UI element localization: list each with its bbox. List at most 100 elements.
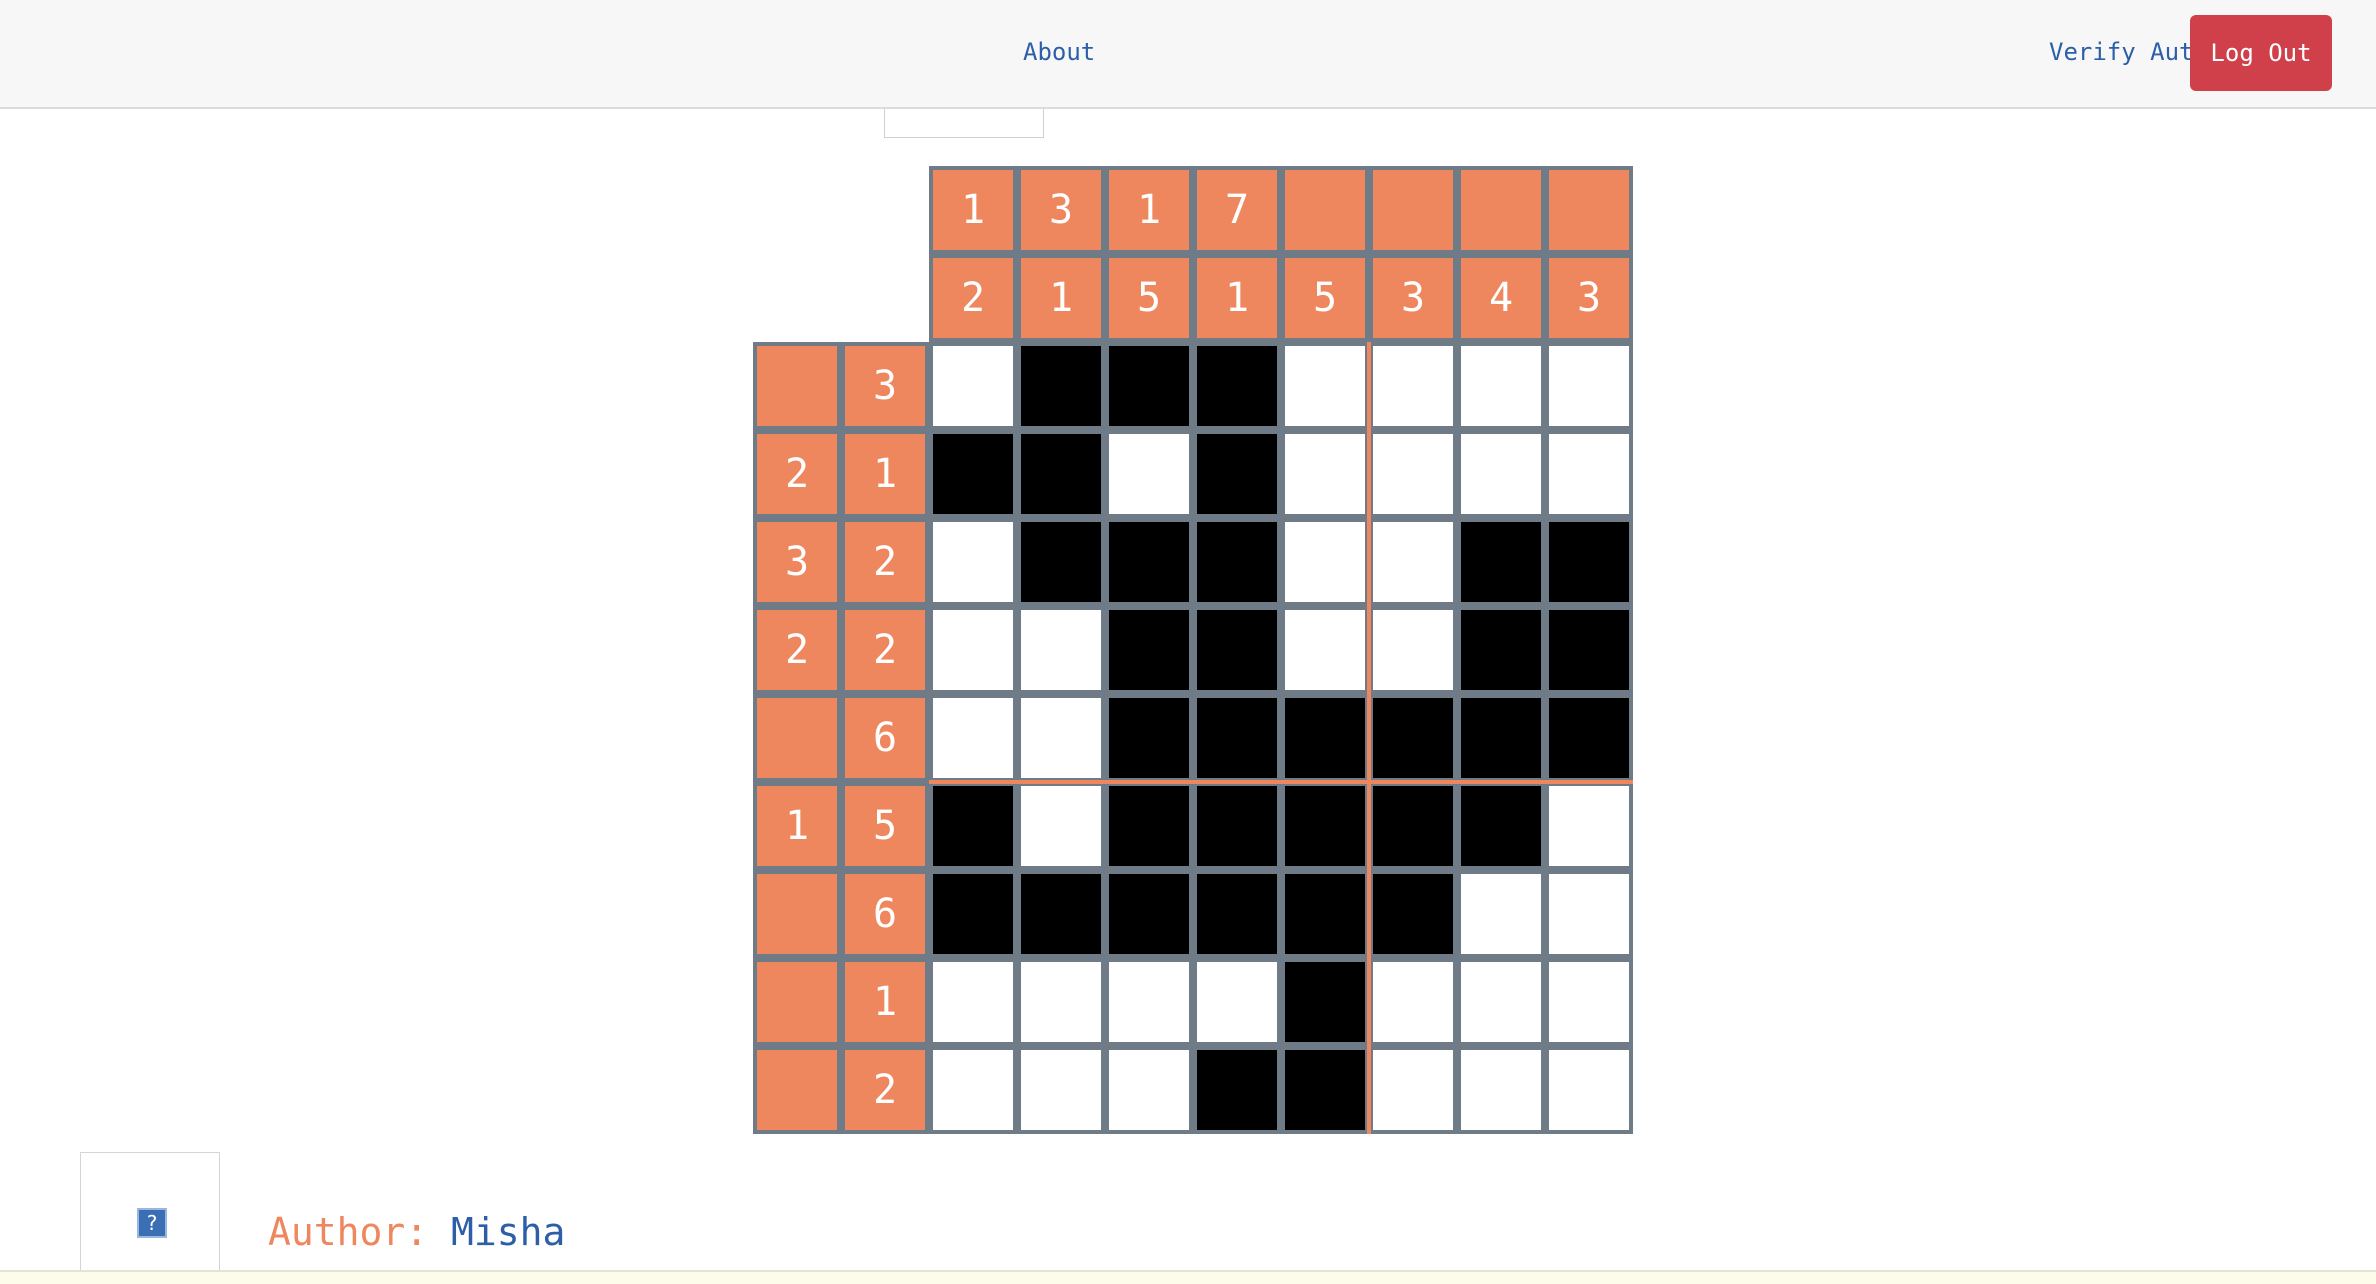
column-clue: 2 — [929, 254, 1017, 342]
nav-verify-auth-link[interactable]: Verify Auth — [2049, 38, 2208, 66]
grid-cell-filled[interactable] — [1193, 430, 1281, 518]
grid-cell-empty[interactable] — [1281, 518, 1369, 606]
question-mark-icon[interactable]: ? — [137, 1208, 167, 1238]
grid-cell-filled[interactable] — [1281, 958, 1369, 1046]
grid-cell-filled[interactable] — [1193, 518, 1281, 606]
grid-cell-filled[interactable] — [1545, 606, 1633, 694]
grid-cell-empty[interactable] — [1369, 342, 1457, 430]
grid-cell-filled[interactable] — [1545, 518, 1633, 606]
row-clue — [753, 870, 841, 958]
grid-cell-empty[interactable] — [1017, 782, 1105, 870]
column-clue — [1369, 166, 1457, 254]
grid-cell-filled[interactable] — [1105, 606, 1193, 694]
grid-cell-empty[interactable] — [1281, 342, 1369, 430]
grid-cell-filled[interactable] — [1193, 782, 1281, 870]
row-clue: 2 — [841, 606, 929, 694]
row-clue: 6 — [841, 694, 929, 782]
grid-cell-empty[interactable] — [1545, 958, 1633, 1046]
bottom-strip — [0, 1270, 2376, 1284]
grid-cell-empty[interactable] — [1457, 342, 1545, 430]
grid-cell-filled[interactable] — [1457, 606, 1545, 694]
grid-cell-empty[interactable] — [1545, 342, 1633, 430]
grid-cell-empty[interactable] — [1281, 606, 1369, 694]
grid-cell-empty[interactable] — [1017, 694, 1105, 782]
row-clue: 2 — [841, 1046, 929, 1134]
grid-cell-empty[interactable] — [1105, 430, 1193, 518]
grid-cell-empty[interactable] — [1105, 958, 1193, 1046]
help-panel: ? — [80, 1152, 220, 1284]
author-name-link[interactable]: Misha — [451, 1210, 565, 1254]
column-clue — [1281, 166, 1369, 254]
grid-cell-filled[interactable] — [1369, 782, 1457, 870]
grid-cell-filled[interactable] — [1193, 870, 1281, 958]
grid-cell-empty[interactable] — [1369, 518, 1457, 606]
column-clue: 3 — [1369, 254, 1457, 342]
grid-cell-empty[interactable] — [1017, 1046, 1105, 1134]
grid-cell-empty[interactable] — [1369, 958, 1457, 1046]
grid-cell-empty[interactable] — [929, 958, 1017, 1046]
grid-cell-filled[interactable] — [929, 782, 1017, 870]
grid-cell-empty[interactable] — [1545, 782, 1633, 870]
grid-cell-empty[interactable] — [1369, 1046, 1457, 1134]
grid-cell-filled[interactable] — [1369, 870, 1457, 958]
grid-cell-empty[interactable] — [1457, 870, 1545, 958]
logout-button[interactable]: Log Out — [2190, 15, 2332, 91]
column-clue: 5 — [1105, 254, 1193, 342]
column-clue: 1 — [1105, 166, 1193, 254]
grid-cell-filled[interactable] — [1193, 1046, 1281, 1134]
grid-cell-filled[interactable] — [929, 430, 1017, 518]
grid-cell-empty[interactable] — [929, 1046, 1017, 1134]
grid-cell-empty[interactable] — [1457, 958, 1545, 1046]
grid-cell-empty[interactable] — [1457, 1046, 1545, 1134]
grid-cell-filled[interactable] — [1105, 342, 1193, 430]
grid-cell-empty[interactable] — [1457, 430, 1545, 518]
grid-cell-empty[interactable] — [1017, 958, 1105, 1046]
grid-cell-empty[interactable] — [929, 694, 1017, 782]
grid-cell-filled[interactable] — [1105, 694, 1193, 782]
grid-cell-empty[interactable] — [929, 606, 1017, 694]
grid-cell-filled[interactable] — [1457, 782, 1545, 870]
grid-cell-filled[interactable] — [1281, 870, 1369, 958]
grid-cell-empty[interactable] — [1545, 430, 1633, 518]
grid-cell-empty[interactable] — [1105, 1046, 1193, 1134]
grid-cell-empty[interactable] — [1369, 430, 1457, 518]
grid-cell-filled[interactable] — [1369, 694, 1457, 782]
grid-cell-filled[interactable] — [1457, 694, 1545, 782]
grid-cell-filled[interactable] — [1105, 870, 1193, 958]
column-clue: 4 — [1457, 254, 1545, 342]
grid-cell-filled[interactable] — [1545, 694, 1633, 782]
author-label: Author: — [268, 1210, 429, 1254]
grid-cell-empty[interactable] — [1193, 958, 1281, 1046]
grid-cell-empty[interactable] — [1545, 870, 1633, 958]
block-separator-horizontal — [929, 780, 1633, 784]
grid-cell-filled[interactable] — [1105, 782, 1193, 870]
nav-about-link[interactable]: About — [1023, 38, 1095, 66]
grid-cell-filled[interactable] — [1281, 694, 1369, 782]
nonogram-puzzle: 1231157153433213222615612 — [753, 166, 1641, 1144]
grid-cell-filled[interactable] — [1017, 342, 1105, 430]
grid-cell-filled[interactable] — [1457, 518, 1545, 606]
column-clue: 3 — [1545, 254, 1633, 342]
grid-cell-filled[interactable] — [929, 870, 1017, 958]
grid-cell-filled[interactable] — [1193, 606, 1281, 694]
grid-cell-filled[interactable] — [1017, 518, 1105, 606]
grid-cell-empty[interactable] — [1281, 430, 1369, 518]
block-separator-vertical — [1367, 342, 1371, 1134]
grid-cell-filled[interactable] — [1017, 870, 1105, 958]
column-clue — [1545, 166, 1633, 254]
grid-cell-filled[interactable] — [1017, 430, 1105, 518]
row-clue: 2 — [753, 430, 841, 518]
grid-cell-empty[interactable] — [929, 518, 1017, 606]
grid-cell-filled[interactable] — [1105, 518, 1193, 606]
row-clue: 1 — [841, 958, 929, 1046]
grid-cell-empty[interactable] — [1017, 606, 1105, 694]
grid-cell-empty[interactable] — [1545, 1046, 1633, 1134]
grid-cell-empty[interactable] — [929, 342, 1017, 430]
grid-cell-empty[interactable] — [1369, 606, 1457, 694]
row-clue: 2 — [841, 518, 929, 606]
row-clue — [753, 958, 841, 1046]
grid-cell-filled[interactable] — [1281, 1046, 1369, 1134]
grid-cell-filled[interactable] — [1281, 782, 1369, 870]
grid-cell-filled[interactable] — [1193, 342, 1281, 430]
grid-cell-filled[interactable] — [1193, 694, 1281, 782]
